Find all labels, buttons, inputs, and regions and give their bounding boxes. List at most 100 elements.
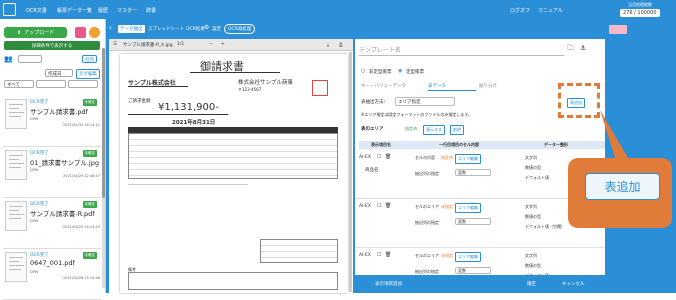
document-thumbnail [5,252,27,282]
tab-sort[interactable]: 振り分け [479,83,497,89]
download-icon[interactable]: ⤓ [327,42,329,48]
ocr-status: OCR完了 [30,151,49,156]
detail-search-toggle[interactable]: 詳細条件で表示する [4,41,100,50]
callout-pointer [600,110,628,158]
refresh-icon[interactable] [89,27,100,38]
doc-list-item[interactable]: OCR完了 未確定 サンプル請求書-R.pdf DPW 2021/04/29 1… [3,199,101,249]
internal-button[interactable]: 社内 [82,55,97,63]
owner-select[interactable] [18,55,42,63]
anchor-icon[interactable]: ⚓ [580,44,586,52]
column-select[interactable]: 変数 [455,218,491,225]
column-select[interactable]: 変数 [455,169,491,176]
checkbox-icon[interactable]: ☐ [377,252,381,258]
column-label: 抽出列の指定 [415,220,439,225]
doc-date: 2021/04/29 22:48:47 [63,174,101,178]
viewer-toolbar: ☰ サンプル請求書-R_h.jpg 1/1 − + ⤓ ⎙ [109,39,353,51]
invoice-page: 御請求書 サンプル株式会社 株式会社サンプル商事 〒123-4567 ご請求金額… [120,54,348,293]
tag-edit-button[interactable]: タグ編集 [76,69,100,79]
add-field-button[interactable]: 表示項目追加 [375,281,402,287]
ocr-status: OCR完了 [30,202,49,207]
filter-select-3[interactable] [68,80,98,88]
radio-fixed-label: 定型帳票 [406,70,424,75]
checkbox-icon[interactable]: ☐ [377,203,381,209]
menu-ocr-docs[interactable]: OCR文書 [26,7,47,14]
template-name-input[interactable]: テンプレート名 [359,45,401,54]
counter-value: 276 / 100000 [620,9,660,17]
type-label: 文字列 [525,204,537,209]
logout-link[interactable]: ログオフ [510,7,530,14]
area-status: 指定済 [441,155,453,160]
status-badge: 未確定 [82,201,97,208]
print-icon[interactable]: ⎙ [339,42,343,48]
delete-table-button[interactable]: 削除 [450,125,464,135]
doc-list-item[interactable]: OCR完了 未確定 サンプル請求書.pdf DPW 2021/04/30 16:… [3,97,101,147]
doc-meta: DPW [30,270,39,274]
list-icon[interactable] [75,27,86,38]
filter-select[interactable]: すべて [4,80,34,88]
area-edit-button[interactable]: エリア編集 [455,203,481,213]
pink-button[interactable] [609,25,627,34]
subtype-label: 数値の型 [525,263,541,268]
sidebar-scrollbar[interactable] [102,48,105,288]
table-method-select[interactable]: エリア指定 [395,97,455,106]
sidebar: ⬆ アップロード 詳細条件で表示する 👥 社内 作成日 タグ編集 すべて OCR… [0,19,106,300]
filter-select-2[interactable] [36,80,66,88]
seller-name: 株式会社サンプル商事 [238,80,293,86]
ocr-status: OCR完了 [30,100,49,105]
area-edit-button[interactable]: エリア編集 [455,252,481,262]
ai-ex-tag: AI-EX [359,253,371,258]
radio-fixed-icon[interactable]: ◉ [398,68,402,74]
upload-button[interactable]: ⬆ アップロード [4,27,67,38]
zoom-out-icon[interactable]: − [209,42,213,47]
show-table-button[interactable]: 表示する [423,125,445,135]
menu-history[interactable]: 履歴 [98,7,108,14]
column-select[interactable]: 変数 [455,267,491,274]
zoom-in-icon[interactable]: + [221,42,225,47]
tab-key-value[interactable]: キー・バリューデータ [361,83,406,89]
notes-box [128,272,338,290]
back-chevron-icon[interactable]: ‹ [109,24,112,32]
doc-list-item[interactable]: OCR完了 未確定 01_請求書サンプル.jpg DPW 2021/04/29 … [3,148,101,198]
menu-data-list[interactable]: 帳票データ一覧 [57,7,92,14]
app-logo-icon [3,3,16,16]
upload-label: アップロード [24,30,55,36]
tab-data-extract[interactable]: データ抽出 [118,25,145,33]
menu-master[interactable]: マスター [117,7,137,14]
ocr-status: OCR完了 [30,253,49,258]
area-status: 未指定 [441,204,453,209]
cancel-button[interactable]: キャンセル [562,281,585,287]
ocr-rerun-button[interactable]: OCR再処理 [224,24,256,34]
item-table [128,133,338,179]
ai-ex-tag: AI-EX [359,204,371,209]
viewer-scrollbar[interactable] [349,52,352,292]
tab-table-data[interactable]: 表データ [428,83,446,89]
field-name-input[interactable]: 商品名 [365,167,379,173]
checkbox-icon[interactable]: ☐ [377,154,381,160]
default-label: デフォルト値（空欄） [525,224,565,229]
doc-date: 2021/04/28 15:15:48 [63,276,101,280]
table-area-label: 表のエリア [361,127,384,132]
manual-link[interactable]: マニュアル [538,7,563,14]
confirm-button[interactable]: 確定 [527,281,536,287]
amount-label: ご請求金額 [128,99,151,104]
viewer-filename: サンプル請求書-R_h.jpg [123,43,173,48]
seal-stamp [312,80,328,96]
menu-dictionary[interactable]: 辞書 [146,7,156,14]
radio-unregistered-icon[interactable]: ○ [361,68,365,74]
invoice-date: 2021年8月31日 [172,120,216,126]
folder-icon[interactable]: 🗀 [567,44,574,55]
delete-icon[interactable]: 🗑 [385,154,391,160]
delete-icon[interactable]: 🗑 [385,203,391,209]
default-label: デフォルト値 [525,175,549,180]
type-label: 文字列 [525,155,537,160]
page-indicator: 1/1 [177,42,185,47]
sort-select[interactable]: 作成日 [45,69,73,77]
tab-ocr-result[interactable]: OCR結果 [186,26,205,32]
gear-icon[interactable]: ⚙ [204,24,209,31]
menu-icon[interactable]: ☰ [113,42,117,47]
tab-spreadsheet[interactable]: スプレッドシート [148,26,184,32]
settings-link[interactable]: 設定 [212,26,221,32]
area-edit-button[interactable]: エリア編集 [455,154,481,164]
hint-text: ※エリア指定は固定フォーマットのファイルのみ指定します。 [361,112,472,117]
delete-icon[interactable]: 🗑 [385,252,391,258]
